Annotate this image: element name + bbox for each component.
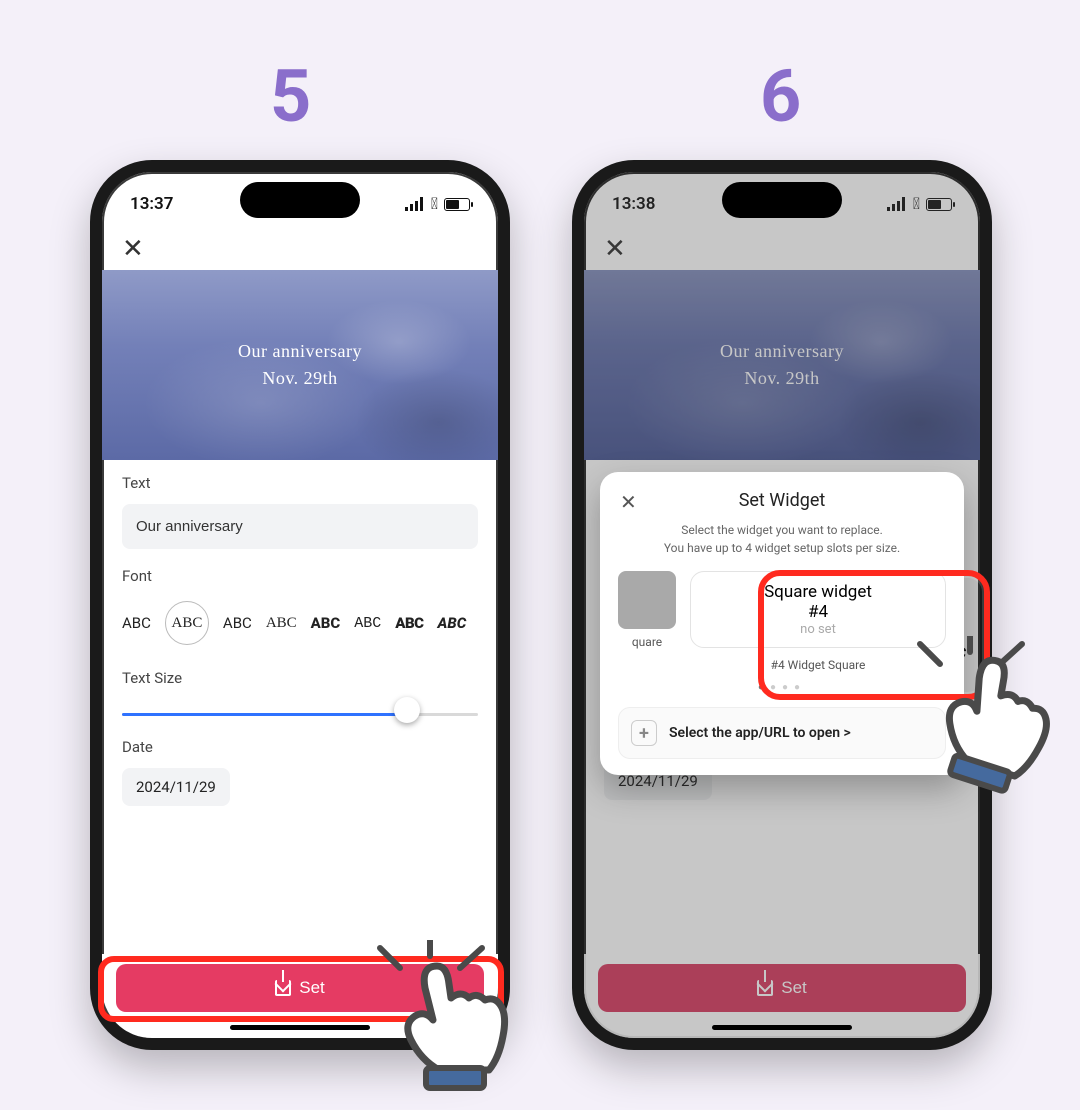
- widget-preview: Our anniversary Nov. 29th: [102, 270, 498, 460]
- cellular-icon: [405, 197, 425, 211]
- tap-hand-icon: [370, 940, 540, 1110]
- font-picker[interactable]: ABC ABC ABC ABC ABC ABC ABC ABC: [122, 597, 478, 651]
- font-option[interactable]: ABC: [395, 614, 423, 632]
- font-option[interactable]: ABC: [438, 614, 467, 632]
- battery-icon: [444, 198, 470, 211]
- wifi-icon: 􀙇: [431, 196, 438, 212]
- text-field[interactable]: [122, 504, 478, 549]
- step-number-5: 5: [270, 54, 311, 139]
- dynamic-island: [240, 182, 360, 218]
- status-icons: 􀙇: [405, 196, 470, 212]
- status-icons: 􀙇: [887, 196, 952, 212]
- close-icon[interactable]: ✕: [122, 234, 144, 264]
- label-font: Font: [122, 567, 478, 585]
- phone-frame-step5: 13:37 􀙇 ✕ Our anniversary Nov. 29th Text…: [90, 160, 510, 1050]
- font-option[interactable]: ABC: [223, 614, 252, 632]
- label-text-size: Text Size: [122, 669, 478, 687]
- tap-hand-icon: [910, 636, 1080, 806]
- font-option[interactable]: ABC: [122, 614, 151, 632]
- select-app-label: Select the app/URL to open >: [669, 725, 851, 741]
- status-time: 13:37: [130, 194, 173, 214]
- step-number-6: 6: [760, 54, 801, 139]
- font-option[interactable]: ABC: [266, 615, 297, 632]
- sheet-subtitle-2: You have up to 4 widget setup slots per …: [618, 539, 946, 557]
- dynamic-island: [722, 182, 842, 218]
- sheet-title: Set Widget: [739, 490, 826, 511]
- sheet-close-icon[interactable]: ✕: [620, 490, 637, 514]
- font-option[interactable]: ABC: [311, 614, 341, 632]
- slider-thumb[interactable]: [394, 697, 420, 723]
- cellular-icon: [887, 197, 907, 211]
- text-size-slider[interactable]: [122, 699, 478, 720]
- plus-icon: +: [631, 720, 657, 746]
- battery-icon: [926, 198, 952, 211]
- label-text: Text: [122, 474, 478, 492]
- font-option[interactable]: ABC: [354, 615, 381, 632]
- widget-thumbnail[interactable]: [618, 571, 676, 629]
- thumb-caption: quare: [618, 635, 676, 649]
- sheet-subtitle-1: Select the widget you want to replace.: [618, 521, 946, 539]
- label-date: Date: [122, 738, 478, 756]
- select-app-row[interactable]: + Select the app/URL to open >: [618, 707, 946, 759]
- preview-date: Nov. 29th: [238, 365, 362, 392]
- date-field[interactable]: 2024/11/29: [122, 768, 230, 806]
- status-time: 13:38: [612, 194, 655, 214]
- home-indicator: [712, 1025, 852, 1030]
- home-indicator: [230, 1025, 370, 1030]
- font-option-selected[interactable]: ABC: [165, 601, 209, 645]
- wifi-icon: 􀙇: [913, 196, 920, 212]
- preview-title: Our anniversary: [238, 338, 362, 365]
